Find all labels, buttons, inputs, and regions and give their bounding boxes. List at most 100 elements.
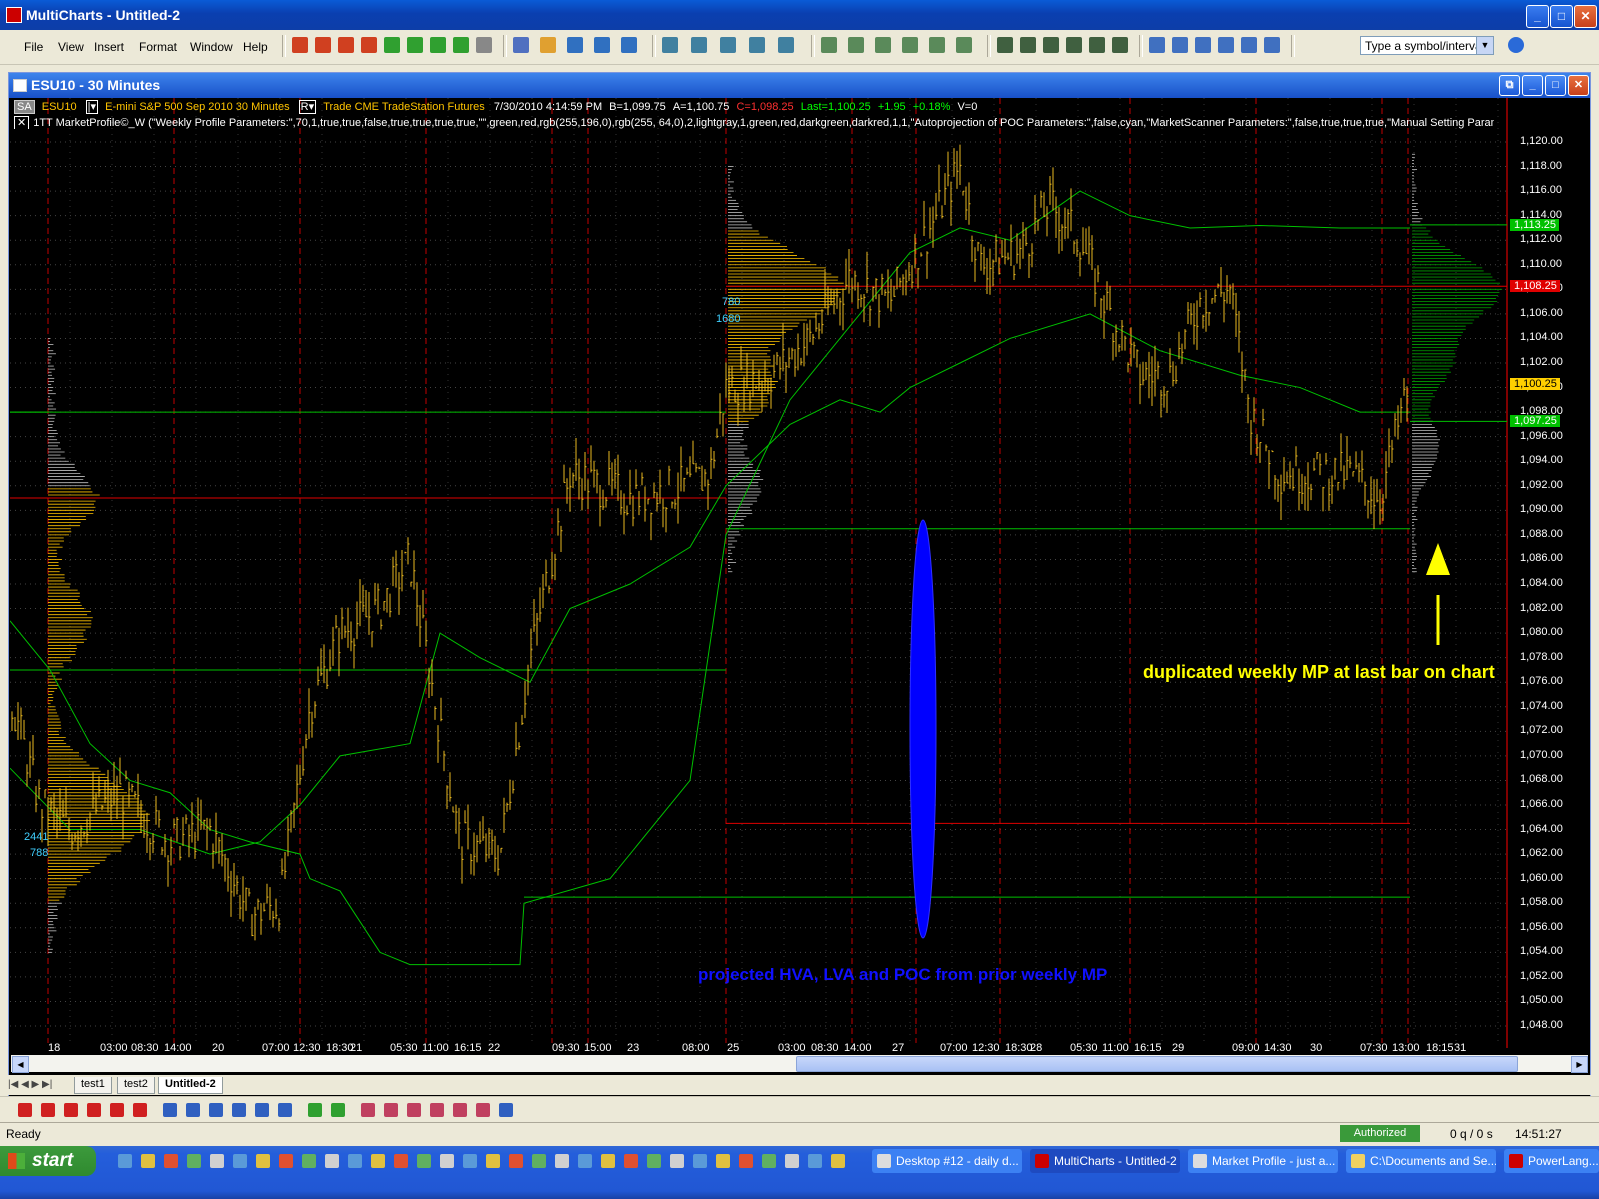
toolbar-tool-icon[interactable]: [407, 37, 423, 53]
quick-launch-icon[interactable]: [394, 1154, 408, 1168]
toolbar-chart-icon[interactable]: [691, 37, 707, 53]
drawing-tool-icon[interactable]: [209, 1103, 223, 1117]
toolbar-draw-icon[interactable]: [1149, 37, 1165, 53]
chart-restore-button[interactable]: ⧉: [1499, 75, 1520, 96]
toolbar-chart-icon[interactable]: [778, 37, 794, 53]
toolbar-draw-icon[interactable]: [1172, 37, 1188, 53]
quick-launch-icon[interactable]: [532, 1154, 546, 1168]
drawing-tool-icon[interactable]: [476, 1103, 490, 1117]
drawing-tool-icon[interactable]: [133, 1103, 147, 1117]
toolbar-tool-icon[interactable]: [361, 37, 377, 53]
quick-launch-icon[interactable]: [624, 1154, 638, 1168]
toolbar-format-icon[interactable]: [875, 37, 891, 53]
toolbar-tool-icon[interactable]: [453, 37, 469, 53]
quick-launch-icon[interactable]: [325, 1154, 339, 1168]
quick-launch-icon[interactable]: [371, 1154, 385, 1168]
tab-untitled-2[interactable]: Untitled-2: [158, 1077, 223, 1094]
toolbar-file-icon[interactable]: [540, 37, 556, 53]
quick-launch-icon[interactable]: [762, 1154, 776, 1168]
drawing-tool-icon[interactable]: [430, 1103, 444, 1117]
menu-format[interactable]: Format: [139, 40, 177, 54]
toolbar-chart-icon[interactable]: [749, 37, 765, 53]
quick-launch-icon[interactable]: [831, 1154, 845, 1168]
symbol-input[interactable]: Type a symbol/interval ▼: [1360, 36, 1494, 55]
drawing-tool-icon[interactable]: [499, 1103, 513, 1117]
toolbar-format-icon[interactable]: [848, 37, 864, 53]
chevron-down-icon[interactable]: ▼: [1476, 37, 1493, 54]
toolbar-draw-icon[interactable]: [1241, 37, 1257, 53]
quick-launch-icon[interactable]: [417, 1154, 431, 1168]
toolbar-tool-icon[interactable]: [315, 37, 331, 53]
quick-launch-icon[interactable]: [348, 1154, 362, 1168]
drawing-tool-icon[interactable]: [87, 1103, 101, 1117]
quick-launch-icon[interactable]: [141, 1154, 155, 1168]
task-documents[interactable]: C:\Documents and Se...: [1346, 1149, 1496, 1173]
drawing-tool-icon[interactable]: [278, 1103, 292, 1117]
menu-window[interactable]: Window: [190, 40, 233, 54]
quick-launch-icon[interactable]: [739, 1154, 753, 1168]
toolbar-tool-icon[interactable]: [384, 37, 400, 53]
drawing-tool-icon[interactable]: [308, 1103, 322, 1117]
toolbar-tool-icon[interactable]: [338, 37, 354, 53]
toolbar-file-icon[interactable]: [567, 37, 583, 53]
toolbar-bar-icon[interactable]: [1043, 37, 1059, 53]
quick-launch-icon[interactable]: [486, 1154, 500, 1168]
toolbar-tool-icon[interactable]: [292, 37, 308, 53]
toolbar-format-icon[interactable]: [956, 37, 972, 53]
toolbar-bar-icon[interactable]: [1066, 37, 1082, 53]
drawing-tool-icon[interactable]: [232, 1103, 246, 1117]
quick-launch-icon[interactable]: [647, 1154, 661, 1168]
scroll-thumb[interactable]: [796, 1056, 1518, 1072]
quick-launch-icon[interactable]: [440, 1154, 454, 1168]
toolbar-bar-icon[interactable]: [997, 37, 1013, 53]
menu-file[interactable]: File: [24, 40, 43, 54]
quick-launch-icon[interactable]: [302, 1154, 316, 1168]
toolbar-format-icon[interactable]: [929, 37, 945, 53]
price-chart[interactable]: [10, 98, 1588, 1053]
indicator-toggle[interactable]: ✕: [14, 116, 30, 129]
quick-launch-icon[interactable]: [463, 1154, 477, 1168]
drawing-tool-icon[interactable]: [255, 1103, 269, 1117]
sa-tag[interactable]: SA: [14, 100, 35, 114]
drawing-tool-icon[interactable]: [384, 1103, 398, 1117]
toolbar-bar-icon[interactable]: [1020, 37, 1036, 53]
drawing-tool-icon[interactable]: [186, 1103, 200, 1117]
task-powerlanguage[interactable]: PowerLang...: [1504, 1149, 1599, 1173]
tab-nav-arrows[interactable]: |◀ ◀ ▶ ▶|: [8, 1079, 52, 1090]
scroll-right-icon[interactable]: ▶: [1571, 1056, 1588, 1073]
toolbar-format-icon[interactable]: [902, 37, 918, 53]
quick-launch-icon[interactable]: [808, 1154, 822, 1168]
quick-launch-icon[interactable]: [555, 1154, 569, 1168]
toolbar-bar-icon[interactable]: [1089, 37, 1105, 53]
drawing-tool-icon[interactable]: [110, 1103, 124, 1117]
menu-view[interactable]: View: [58, 40, 84, 54]
task-desktop[interactable]: Desktop #12 - daily d...: [872, 1149, 1022, 1173]
toolbar-file-icon[interactable]: [621, 37, 637, 53]
quick-launch-icon[interactable]: [256, 1154, 270, 1168]
drawing-tool-icon[interactable]: [453, 1103, 467, 1117]
menu-insert[interactable]: Insert: [94, 40, 124, 54]
drawing-tool-icon[interactable]: [361, 1103, 375, 1117]
toolbar-format-icon[interactable]: [821, 37, 837, 53]
drawing-tool-icon[interactable]: [64, 1103, 78, 1117]
toolbar-chart-icon[interactable]: [662, 37, 678, 53]
drawing-tool-icon[interactable]: [18, 1103, 32, 1117]
toolbar-draw-icon[interactable]: [1264, 37, 1280, 53]
quick-launch-icon[interactable]: [279, 1154, 293, 1168]
quick-launch-icon[interactable]: [210, 1154, 224, 1168]
quick-launch-icon[interactable]: [693, 1154, 707, 1168]
task-market-profile[interactable]: Market Profile - just a...: [1188, 1149, 1338, 1173]
quick-launch-icon[interactable]: [509, 1154, 523, 1168]
quick-launch-icon[interactable]: [785, 1154, 799, 1168]
quick-launch-icon[interactable]: [601, 1154, 615, 1168]
toolbar-draw-icon[interactable]: [1195, 37, 1211, 53]
toolbar-tool-icon[interactable]: [476, 37, 492, 53]
quick-launch-icon[interactable]: [118, 1154, 132, 1168]
toolbar-bar-icon[interactable]: [1112, 37, 1128, 53]
toolbar-file-icon[interactable]: [594, 37, 610, 53]
r-marker[interactable]: R▾: [298, 100, 317, 114]
chart-horizontal-scrollbar[interactable]: ◀ ▶: [11, 1055, 1588, 1073]
symbol-menu-marker[interactable]: |▾: [85, 100, 99, 114]
menu-help[interactable]: Help: [243, 40, 268, 54]
tab-test2[interactable]: test2: [117, 1077, 155, 1094]
